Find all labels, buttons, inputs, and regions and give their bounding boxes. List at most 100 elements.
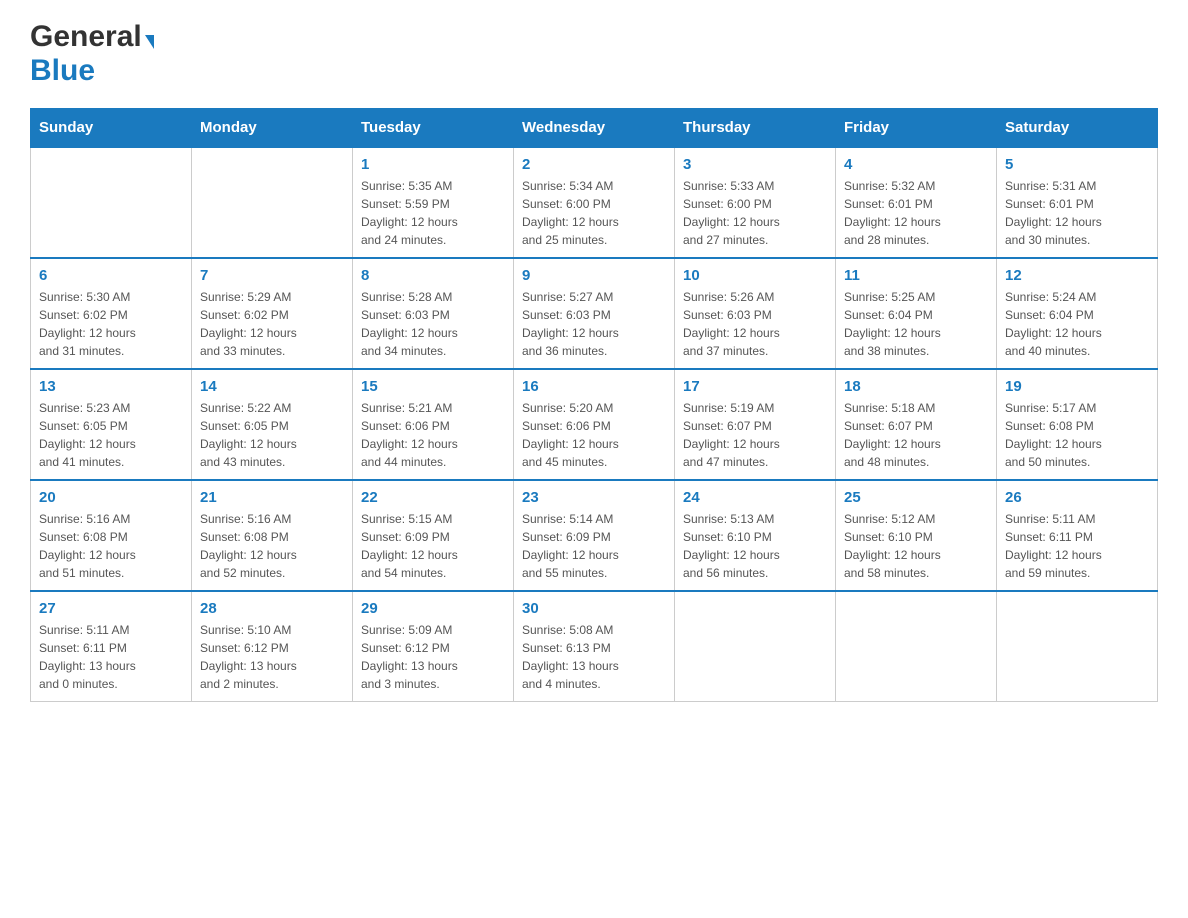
calendar-week-2: 6 Sunrise: 5:30 AM Sunset: 6:02 PM Daylig… xyxy=(31,258,1158,369)
calendar-week-3: 13Sunrise: 5:23 AM Sunset: 6:05 PM Dayli… xyxy=(31,369,1158,480)
day-number: 20 xyxy=(39,489,183,506)
calendar-cell: 24 Sunrise: 5:13 AM Sunset: 6:10 PM Dayli… xyxy=(675,480,836,591)
calendar-cell: 1 Sunrise: 5:35 AM Sunset: 5:59 PM Daylig… xyxy=(353,147,514,258)
day-info: Sunrise: 5:27 AM Sunset: 6:03 PM Dayligh… xyxy=(522,288,666,360)
day-info: Sunrise: 5:25 AM Sunset: 6:04 PM Dayligh… xyxy=(844,288,988,360)
day-number: 24 xyxy=(683,489,827,506)
weekday-header-sunday: Sunday xyxy=(31,109,192,148)
day-info: Sunrise: 5:13 AM Sunset: 6:10 PM Dayligh… xyxy=(683,510,827,582)
day-number: 15 xyxy=(361,378,505,395)
day-number: 7 xyxy=(200,267,344,284)
calendar-cell: 5 Sunrise: 5:31 AM Sunset: 6:01 PM Daylig… xyxy=(997,147,1158,258)
calendar-table: SundayMondayTuesdayWednesdayThursdayFrid… xyxy=(30,108,1158,702)
logo-triangle-icon xyxy=(145,35,154,49)
logo: General Blue xyxy=(30,20,154,88)
calendar-cell: 2 Sunrise: 5:34 AM Sunset: 6:00 PM Daylig… xyxy=(514,147,675,258)
day-number: 6 xyxy=(39,267,183,284)
day-info: Sunrise: 5:15 AM Sunset: 6:09 PM Dayligh… xyxy=(361,510,505,582)
day-number: 22 xyxy=(361,489,505,506)
calendar-cell: 26 Sunrise: 5:11 AM Sunset: 6:11 PM Dayli… xyxy=(997,480,1158,591)
weekday-header-row: SundayMondayTuesdayWednesdayThursdayFrid… xyxy=(31,109,1158,148)
calendar-cell: 7 Sunrise: 5:29 AM Sunset: 6:02 PM Daylig… xyxy=(192,258,353,369)
calendar-cell xyxy=(192,147,353,258)
day-number: 18 xyxy=(844,378,988,395)
day-info: Sunrise: 5:31 AM Sunset: 6:01 PM Dayligh… xyxy=(1005,177,1149,249)
calendar-cell: 19 Sunrise: 5:17 AM Sunset: 6:08 PM Dayli… xyxy=(997,369,1158,480)
day-number: 25 xyxy=(844,489,988,506)
day-info: Sunrise: 5:18 AM Sunset: 6:07 PM Dayligh… xyxy=(844,399,988,471)
calendar-cell: 29 Sunrise: 5:09 AM Sunset: 6:12 PM Dayli… xyxy=(353,591,514,702)
day-number: 26 xyxy=(1005,489,1149,506)
weekday-header-thursday: Thursday xyxy=(675,109,836,148)
calendar-cell: 14 Sunrise: 5:22 AM Sunset: 6:05 PM Dayli… xyxy=(192,369,353,480)
logo-text: General xyxy=(30,20,154,54)
day-info: Sunrise: 5:34 AM Sunset: 6:00 PM Dayligh… xyxy=(522,177,666,249)
day-info: Sunrise: 5:09 AM Sunset: 6:12 PM Dayligh… xyxy=(361,621,505,693)
logo-general: General xyxy=(30,20,142,53)
page-header: General Blue xyxy=(30,20,1158,88)
day-number: 16 xyxy=(522,378,666,395)
day-number: 2 xyxy=(522,156,666,173)
day-info: Sunrise: 5:17 AM Sunset: 6:08 PM Dayligh… xyxy=(1005,399,1149,471)
day-number: 19 xyxy=(1005,378,1149,395)
day-number: 12 xyxy=(1005,267,1149,284)
day-info: Sunrise: 5:08 AM Sunset: 6:13 PM Dayligh… xyxy=(522,621,666,693)
day-info: Sunrise: 5:35 AM Sunset: 5:59 PM Dayligh… xyxy=(361,177,505,249)
day-number: 10 xyxy=(683,267,827,284)
calendar-cell: 28Sunrise: 5:10 AM Sunset: 6:12 PM Dayli… xyxy=(192,591,353,702)
calendar-cell: 30Sunrise: 5:08 AM Sunset: 6:13 PM Dayli… xyxy=(514,591,675,702)
calendar-cell: 20 Sunrise: 5:16 AM Sunset: 6:08 PM Dayli… xyxy=(31,480,192,591)
calendar-cell: 4 Sunrise: 5:32 AM Sunset: 6:01 PM Daylig… xyxy=(836,147,997,258)
day-info: Sunrise: 5:16 AM Sunset: 6:08 PM Dayligh… xyxy=(39,510,183,582)
day-number: 8 xyxy=(361,267,505,284)
calendar-cell: 17Sunrise: 5:19 AM Sunset: 6:07 PM Dayli… xyxy=(675,369,836,480)
calendar-cell: 3 Sunrise: 5:33 AM Sunset: 6:00 PM Daylig… xyxy=(675,147,836,258)
day-info: Sunrise: 5:11 AM Sunset: 6:11 PM Dayligh… xyxy=(39,621,183,693)
day-number: 4 xyxy=(844,156,988,173)
day-info: Sunrise: 5:32 AM Sunset: 6:01 PM Dayligh… xyxy=(844,177,988,249)
calendar-cell: 11 Sunrise: 5:25 AM Sunset: 6:04 PM Dayli… xyxy=(836,258,997,369)
day-number: 23 xyxy=(522,489,666,506)
day-info: Sunrise: 5:20 AM Sunset: 6:06 PM Dayligh… xyxy=(522,399,666,471)
day-info: Sunrise: 5:23 AM Sunset: 6:05 PM Dayligh… xyxy=(39,399,183,471)
day-number: 5 xyxy=(1005,156,1149,173)
calendar-cell: 10Sunrise: 5:26 AM Sunset: 6:03 PM Dayli… xyxy=(675,258,836,369)
day-number: 27 xyxy=(39,600,183,617)
calendar-header: SundayMondayTuesdayWednesdayThursdayFrid… xyxy=(31,109,1158,148)
day-info: Sunrise: 5:29 AM Sunset: 6:02 PM Dayligh… xyxy=(200,288,344,360)
day-info: Sunrise: 5:11 AM Sunset: 6:11 PM Dayligh… xyxy=(1005,510,1149,582)
calendar-cell: 15Sunrise: 5:21 AM Sunset: 6:06 PM Dayli… xyxy=(353,369,514,480)
calendar-cell: 21 Sunrise: 5:16 AM Sunset: 6:08 PM Dayli… xyxy=(192,480,353,591)
day-info: Sunrise: 5:33 AM Sunset: 6:00 PM Dayligh… xyxy=(683,177,827,249)
weekday-header-monday: Monday xyxy=(192,109,353,148)
calendar-cell: 18 Sunrise: 5:18 AM Sunset: 6:07 PM Dayli… xyxy=(836,369,997,480)
calendar-cell xyxy=(675,591,836,702)
calendar-cell: 27 Sunrise: 5:11 AM Sunset: 6:11 PM Dayli… xyxy=(31,591,192,702)
day-info: Sunrise: 5:30 AM Sunset: 6:02 PM Dayligh… xyxy=(39,288,183,360)
day-number: 1 xyxy=(361,156,505,173)
calendar-cell xyxy=(31,147,192,258)
calendar-cell: 23Sunrise: 5:14 AM Sunset: 6:09 PM Dayli… xyxy=(514,480,675,591)
calendar-cell: 25 Sunrise: 5:12 AM Sunset: 6:10 PM Dayli… xyxy=(836,480,997,591)
calendar-body: 1 Sunrise: 5:35 AM Sunset: 5:59 PM Daylig… xyxy=(31,147,1158,702)
day-number: 14 xyxy=(200,378,344,395)
day-number: 21 xyxy=(200,489,344,506)
day-number: 9 xyxy=(522,267,666,284)
day-number: 11 xyxy=(844,267,988,284)
day-info: Sunrise: 5:12 AM Sunset: 6:10 PM Dayligh… xyxy=(844,510,988,582)
weekday-header-tuesday: Tuesday xyxy=(353,109,514,148)
calendar-cell: 22 Sunrise: 5:15 AM Sunset: 6:09 PM Dayli… xyxy=(353,480,514,591)
calendar-week-5: 27 Sunrise: 5:11 AM Sunset: 6:11 PM Dayli… xyxy=(31,591,1158,702)
day-info: Sunrise: 5:22 AM Sunset: 6:05 PM Dayligh… xyxy=(200,399,344,471)
calendar-week-4: 20 Sunrise: 5:16 AM Sunset: 6:08 PM Dayli… xyxy=(31,480,1158,591)
day-info: Sunrise: 5:24 AM Sunset: 6:04 PM Dayligh… xyxy=(1005,288,1149,360)
calendar-cell: 13Sunrise: 5:23 AM Sunset: 6:05 PM Dayli… xyxy=(31,369,192,480)
calendar-cell: 6 Sunrise: 5:30 AM Sunset: 6:02 PM Daylig… xyxy=(31,258,192,369)
day-info: Sunrise: 5:16 AM Sunset: 6:08 PM Dayligh… xyxy=(200,510,344,582)
calendar-cell: 12 Sunrise: 5:24 AM Sunset: 6:04 PM Dayli… xyxy=(997,258,1158,369)
weekday-header-friday: Friday xyxy=(836,109,997,148)
calendar-cell xyxy=(997,591,1158,702)
calendar-week-1: 1 Sunrise: 5:35 AM Sunset: 5:59 PM Daylig… xyxy=(31,147,1158,258)
day-number: 29 xyxy=(361,600,505,617)
day-number: 3 xyxy=(683,156,827,173)
